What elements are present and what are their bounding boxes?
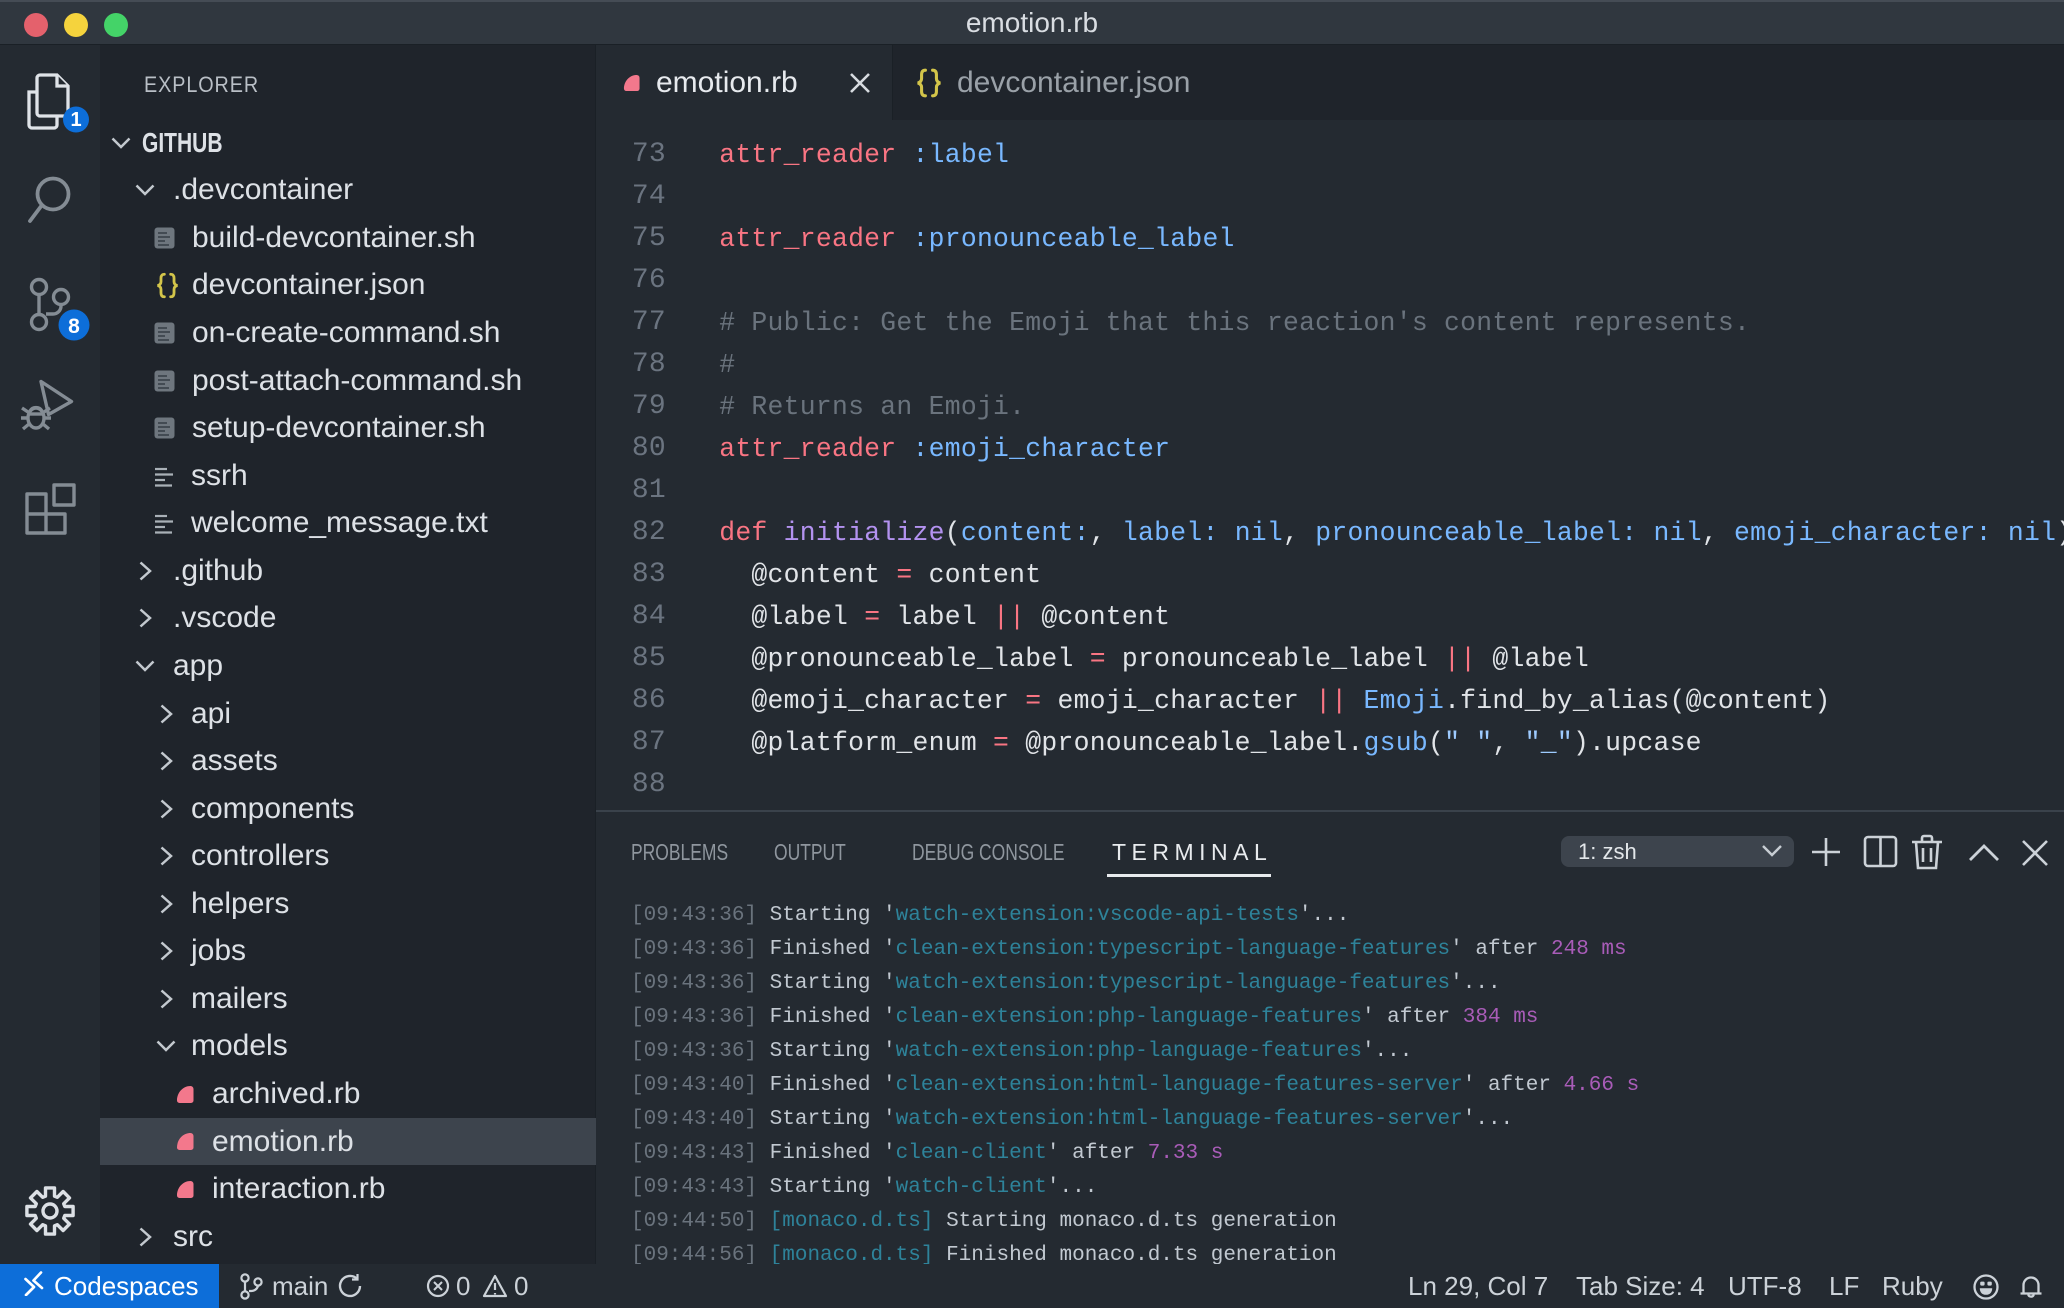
svg-text:8: 8 (68, 315, 80, 338)
svg-text:1: 1 (70, 109, 81, 131)
